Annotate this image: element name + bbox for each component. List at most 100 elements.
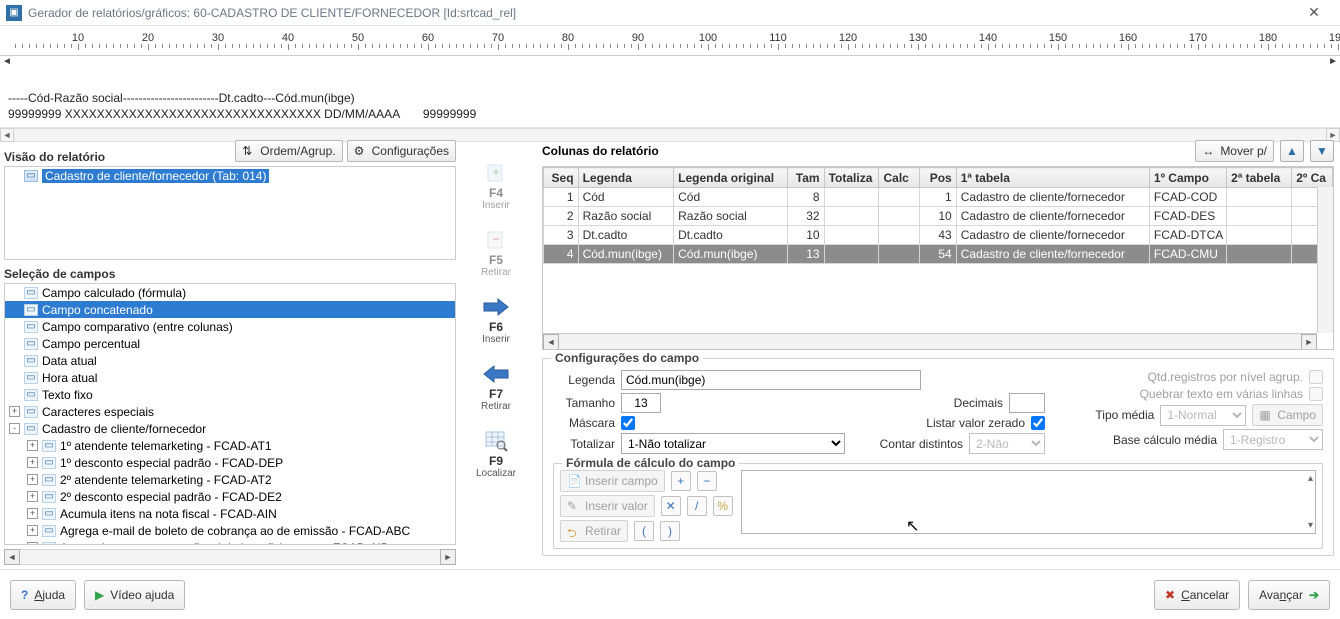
table-row[interactable]: 1CódCód81Cadastro de cliente/fornecedorF… bbox=[544, 188, 1333, 207]
expander[interactable]: - bbox=[9, 423, 20, 434]
campo-row[interactable]: +▭1º atendente telemarketing - FCAD-AT1 bbox=[5, 437, 455, 454]
field-icon: ▭ bbox=[24, 287, 38, 299]
report-preview: -----Cód-Razão social-------------------… bbox=[0, 70, 1340, 128]
col-header[interactable]: 2ª tabela bbox=[1227, 168, 1292, 188]
multiply-button[interactable]: ✕ bbox=[661, 496, 681, 516]
campo-row[interactable]: +▭Agrega e-mail de boleto de cobrança ao… bbox=[5, 522, 455, 539]
mover-button[interactable]: ↔ Mover p/ bbox=[1195, 140, 1274, 162]
col-header[interactable]: Tam bbox=[788, 168, 825, 188]
video-label: Vídeo ajuda bbox=[110, 588, 174, 602]
col-header[interactable]: Pos bbox=[920, 168, 957, 188]
campo-row[interactable]: ▭Hora atual bbox=[5, 369, 455, 386]
totalizar-label: Totalizar bbox=[553, 437, 615, 451]
campo-row[interactable]: +▭2º atendente telemarketing - FCAD-AT2 bbox=[5, 471, 455, 488]
tamanho-input[interactable] bbox=[621, 393, 661, 413]
campo-label: 1º atendente telemarketing - FCAD-AT1 bbox=[60, 439, 272, 453]
col-header[interactable]: Totaliza bbox=[824, 168, 879, 188]
campo-row[interactable]: ▭Campo comparativo (entre colunas) bbox=[5, 318, 455, 335]
col-header[interactable]: 2º Ca bbox=[1292, 168, 1333, 188]
svg-text:−: − bbox=[492, 232, 499, 246]
col-header[interactable]: Legenda bbox=[578, 168, 674, 188]
expander[interactable]: + bbox=[27, 491, 38, 502]
formula-textarea[interactable]: ▴▾ bbox=[741, 470, 1316, 534]
config-label: Configurações bbox=[372, 144, 449, 158]
col-header[interactable]: Seq bbox=[544, 168, 579, 188]
field-icon: ▭ bbox=[24, 389, 38, 401]
campo-row[interactable]: +▭Agrupa insumos na nota fiscal de benef… bbox=[5, 539, 455, 545]
f6-inserir[interactable]: F6 Inserir bbox=[482, 296, 510, 345]
table-row[interactable]: 3Dt.cadtoDt.cadto1043Cadastro de cliente… bbox=[544, 226, 1333, 245]
col-header[interactable]: Calc bbox=[879, 168, 920, 188]
open-paren-button[interactable]: ( bbox=[634, 521, 654, 541]
configuracoes-button[interactable]: ⚙ Configurações bbox=[347, 140, 456, 162]
video-ajuda-button[interactable]: ▶ Vídeo ajuda bbox=[84, 580, 185, 610]
plus-button[interactable]: + bbox=[671, 471, 691, 491]
visao-title: Visão do relatório bbox=[0, 147, 231, 166]
decimais-input[interactable] bbox=[1009, 393, 1045, 413]
expander[interactable]: + bbox=[27, 542, 38, 545]
arrow-right-icon: ➔ bbox=[1309, 588, 1319, 602]
campos-hscroll[interactable]: ◄► bbox=[4, 549, 456, 565]
campo-label: Campo calculado (fórmula) bbox=[42, 286, 186, 300]
f9-localizar[interactable]: F9 Localizar bbox=[476, 430, 516, 479]
listar-checkbox[interactable] bbox=[1031, 416, 1045, 430]
close-button[interactable]: ✕ bbox=[1294, 4, 1334, 21]
campo-label: 2º desconto especial padrão - FCAD-DE2 bbox=[60, 490, 282, 504]
col-header[interactable]: 1ª tabela bbox=[956, 168, 1149, 188]
inserir-valor-button: ✎ Inserir valor bbox=[560, 495, 655, 517]
table-row[interactable]: 2Razão socialRazão social3210Cadastro de… bbox=[544, 207, 1333, 226]
campo-row[interactable]: ▭Data atual bbox=[5, 352, 455, 369]
divide-button[interactable]: / bbox=[687, 496, 707, 516]
col-header[interactable]: Legenda original bbox=[674, 168, 788, 188]
field-icon: ▭ bbox=[24, 406, 38, 418]
expander[interactable]: + bbox=[27, 508, 38, 519]
campo-row[interactable]: +▭1º desconto especial padrão - FCAD-DEP bbox=[5, 454, 455, 471]
campo-row[interactable]: +▭Acumula itens na nota fiscal - FCAD-AI… bbox=[5, 505, 455, 522]
totalizar-select[interactable]: 1-Não totalizar bbox=[621, 433, 845, 454]
f4-inserir[interactable]: + F4 Inserir bbox=[482, 162, 510, 211]
f7-retirar[interactable]: F7 Retirar bbox=[481, 363, 511, 412]
field-icon: ▭ bbox=[42, 474, 56, 486]
move-down-button[interactable]: ▼ bbox=[1310, 140, 1334, 162]
play-icon: ▶ bbox=[95, 588, 104, 602]
arrow-left-icon bbox=[482, 363, 510, 385]
percent-button[interactable]: % bbox=[713, 496, 733, 516]
campo-label: Agrupa insumos na nota fiscal de benefic… bbox=[60, 541, 389, 546]
table-row[interactable]: 4Cód.mun(ibge)Cód.mun(ibge)1354Cadastro … bbox=[544, 245, 1333, 264]
close-paren-button[interactable]: ) bbox=[660, 521, 680, 541]
campo-label: Campo percentual bbox=[42, 337, 140, 351]
campo-label: Hora atual bbox=[42, 371, 97, 385]
campo-row[interactable]: ▭Texto fixo bbox=[5, 386, 455, 403]
campo-row[interactable]: +▭2º desconto especial padrão - FCAD-DE2 bbox=[5, 488, 455, 505]
minus-button[interactable]: − bbox=[697, 471, 717, 491]
campo-row[interactable]: +▭Caracteres especiais bbox=[5, 403, 455, 420]
mascara-checkbox[interactable] bbox=[621, 416, 635, 430]
campo-button: ▦ Campo bbox=[1252, 404, 1323, 426]
quebrar-checkbox bbox=[1309, 387, 1323, 401]
inserir-campo-button: 📄 Inserir campo bbox=[560, 470, 665, 492]
campo-row[interactable]: -▭Cadastro de cliente/fornecedor bbox=[5, 420, 455, 437]
columns-grid[interactable]: SeqLegendaLegenda originalTamTotalizaCal… bbox=[542, 166, 1334, 350]
expander[interactable]: + bbox=[27, 440, 38, 451]
ordem-agrup-button[interactable]: ⇅ Ordem/Agrup. bbox=[235, 140, 342, 162]
campos-tree[interactable]: ▭ Campo calculado (fórmula)▭Campo concate… bbox=[4, 283, 456, 545]
avancar-button[interactable]: Avançar ➔ bbox=[1248, 580, 1330, 610]
ajuda-button[interactable]: ? Ajuda bbox=[10, 580, 76, 610]
grid-hscroll[interactable]: ◄► bbox=[543, 333, 1317, 349]
campo-row[interactable]: ▭Campo concatenado bbox=[5, 301, 455, 318]
expander[interactable]: + bbox=[27, 457, 38, 468]
col-header[interactable]: 1º Campo bbox=[1149, 168, 1226, 188]
expander[interactable]: + bbox=[9, 406, 20, 417]
campo-row[interactable]: ▭ Campo calculado (fórmula) bbox=[5, 284, 455, 301]
f5-retirar[interactable]: − F5 Retirar bbox=[481, 229, 511, 278]
grid-vscroll[interactable] bbox=[1317, 187, 1333, 333]
visao-root-row[interactable]: ▭ Cadastro de cliente/fornecedor (Tab: 0… bbox=[5, 167, 455, 184]
expander[interactable]: + bbox=[27, 474, 38, 485]
visao-tree[interactable]: ▭ Cadastro de cliente/fornecedor (Tab: 0… bbox=[4, 166, 456, 260]
legenda-input[interactable] bbox=[621, 370, 921, 390]
ruler-scrollbar[interactable]: ◄► bbox=[0, 56, 1340, 70]
expander[interactable]: + bbox=[27, 525, 38, 536]
cancelar-button[interactable]: ✖ Cancelar bbox=[1154, 580, 1240, 610]
campo-row[interactable]: ▭Campo percentual bbox=[5, 335, 455, 352]
move-up-button[interactable]: ▲ bbox=[1280, 140, 1304, 162]
